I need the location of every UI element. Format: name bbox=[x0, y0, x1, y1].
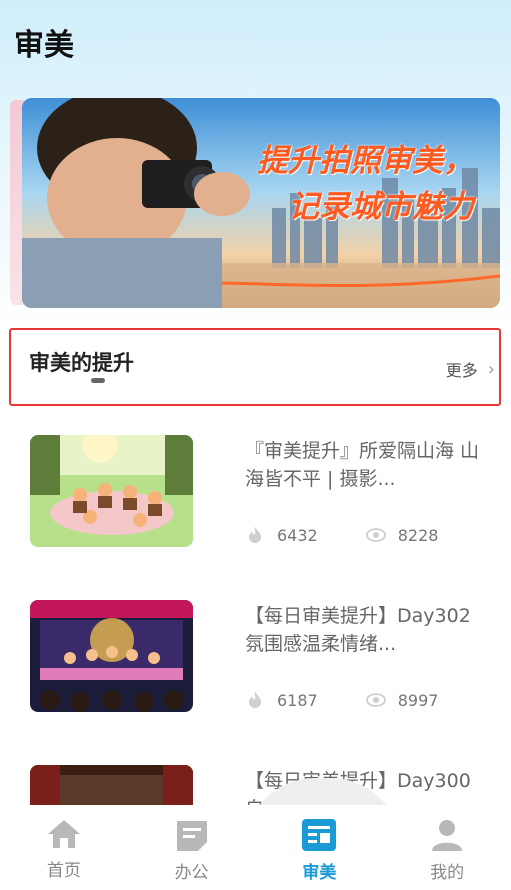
view-count: 8228 bbox=[397, 525, 439, 545]
list-item[interactable]: 【每日审美提升】Day302 氛围感温柔情绪... 6187 8997 bbox=[0, 600, 511, 750]
list-item-title: 『审美提升』所爱隔山海 山海皆不平 | 摄影... bbox=[245, 440, 480, 490]
nav-home-label: 首页 bbox=[46, 861, 81, 881]
view-count: 8997 bbox=[397, 690, 439, 710]
nav-profile-label: 我的 bbox=[430, 863, 465, 883]
nav-office[interactable]: 办公 bbox=[128, 805, 256, 890]
office-doc-icon bbox=[176, 821, 207, 851]
nav-profile[interactable]: 我的 bbox=[383, 805, 511, 890]
list-item-stats: 6432 8228 bbox=[245, 525, 486, 545]
home-icon bbox=[47, 820, 80, 848]
nav-aesthetic-label: 审美 bbox=[302, 863, 337, 883]
more-label: 更多 bbox=[445, 361, 478, 380]
like-count: 6432 bbox=[277, 525, 318, 545]
picnic-thumbnail bbox=[30, 435, 193, 547]
section-title: 审美的提升 bbox=[29, 351, 134, 375]
promo-banner[interactable]: 提升拍照审美， 记录城市魅力 bbox=[22, 98, 500, 308]
nav-home[interactable]: 首页 bbox=[0, 805, 128, 890]
list-item[interactable]: 『审美提升』所爱隔山海 山海皆不平 | 摄影... 6432 8228 bbox=[0, 435, 511, 585]
bottom-nav: 首页 办公 审美 我的 bbox=[0, 805, 511, 890]
more-link[interactable]: 更多 › bbox=[446, 357, 495, 381]
profile-icon bbox=[432, 820, 463, 851]
banner-headline-line1: 提升拍照审美， bbox=[257, 143, 474, 179]
list-item-title: 【每日审美提升】Day302 氛围感温柔情绪... bbox=[245, 605, 471, 655]
banner-headline: 提升拍照审美， 记录城市魅力 bbox=[257, 138, 474, 230]
like-count: 6187 bbox=[277, 690, 318, 710]
banner-headline-line2: 记录城市魅力 bbox=[288, 189, 474, 225]
chevron-right-icon: › bbox=[487, 358, 495, 380]
eye-icon bbox=[365, 693, 386, 707]
aesthetic-news-icon bbox=[302, 819, 337, 851]
flame-icon bbox=[249, 527, 261, 543]
page-title: 审美 bbox=[14, 28, 74, 63]
section-tab-indicator bbox=[91, 378, 105, 383]
stage-show-thumbnail bbox=[30, 600, 193, 712]
nav-office-label: 办公 bbox=[174, 863, 209, 883]
section-header: 审美的提升 更多 › bbox=[9, 328, 501, 406]
list-item-stats: 6187 8997 bbox=[245, 690, 486, 710]
nav-aesthetic[interactable]: 审美 bbox=[256, 805, 384, 890]
flame-icon bbox=[249, 692, 261, 708]
eye-icon bbox=[365, 528, 386, 542]
